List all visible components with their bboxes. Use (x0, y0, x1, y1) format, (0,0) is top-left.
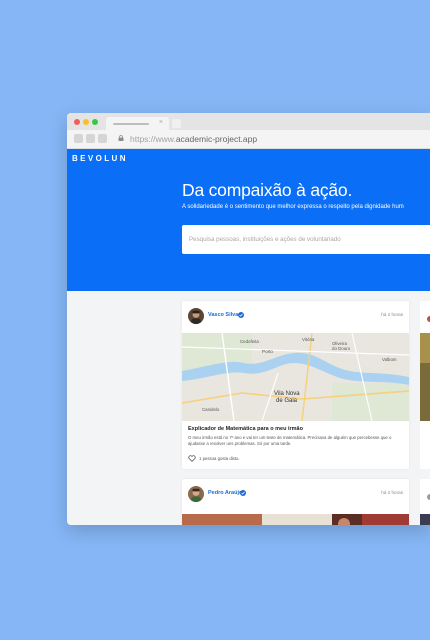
verified-icon (240, 490, 246, 496)
browser-window: × https://www.academic-project.app BEVOL… (67, 113, 430, 525)
next-card-peek[interactable] (420, 479, 430, 525)
post-author[interactable]: Vasco Silva (208, 312, 238, 318)
map-label-cedofeita: Cedofeita (240, 339, 259, 344)
like-count: 1 pessoa gosta disto. (199, 456, 240, 461)
browser-tab[interactable]: × (106, 117, 169, 130)
map-label-valbom: Valbom (382, 357, 397, 362)
next-card-photo (420, 494, 430, 525)
tab-close-icon[interactable]: × (159, 119, 163, 127)
next-card-photo (420, 316, 430, 421)
feed: Vasco Silva há 2 horas Porto Vila Nova d… (67, 291, 430, 525)
map-label-douro: do Douro (332, 346, 351, 351)
post-header: Vasco Silva há 2 horas (182, 301, 409, 333)
hero-subtitle: A solidariedade é o sentimento que melho… (182, 204, 404, 210)
minimize-window-button[interactable] (83, 119, 89, 125)
map-label-gaia: de Gaia (276, 398, 298, 404)
post-card[interactable]: Pedro Araújo há 2 horas (182, 479, 409, 525)
maximize-window-button[interactable] (92, 119, 98, 125)
browser-titlebar: × (67, 113, 430, 130)
lock-icon (118, 135, 124, 141)
url-host: academic-project.app (175, 134, 258, 144)
post-photo[interactable] (182, 514, 409, 525)
verified-icon (238, 312, 244, 318)
brand-logo[interactable]: BEVOLUN (72, 154, 128, 163)
post-title[interactable]: Explicador de Matemática para o meu irmã… (188, 426, 303, 432)
next-card-peek[interactable] (420, 301, 430, 469)
new-tab-button[interactable] (172, 119, 181, 128)
forward-button[interactable] (86, 134, 95, 143)
post-card[interactable]: Vasco Silva há 2 horas Porto Vila Nova d… (182, 301, 409, 469)
search-box[interactable] (182, 225, 430, 254)
hero-title: Da compaixão à ação. (182, 180, 353, 200)
map-label-canidelo: Canidelo (202, 407, 220, 412)
post-author[interactable]: Pedro Araújo (208, 490, 242, 496)
url-field[interactable]: https://www.academic-project.app (130, 133, 257, 145)
tab-title-placeholder (113, 123, 149, 125)
post-description: O meu irmão está no 7º ano e vai ter um … (188, 435, 392, 446)
hero-banner: BEVOLUN Da compaixão à ação. A solidarie… (67, 149, 430, 291)
heart-icon[interactable] (188, 455, 196, 462)
avatar[interactable] (188, 486, 204, 502)
post-time: há 2 horas (381, 312, 403, 317)
close-window-button[interactable] (74, 119, 80, 125)
post-header: Pedro Araújo há 2 horas (182, 479, 409, 511)
back-button[interactable] (74, 134, 83, 143)
post-time: há 2 horas (381, 490, 403, 495)
url-scheme: https://www. (130, 134, 176, 144)
reload-button[interactable] (98, 134, 107, 143)
address-bar: https://www.academic-project.app (67, 130, 430, 149)
avatar[interactable] (188, 308, 204, 324)
map-image[interactable]: Porto Vila Nova de Gaia Valbom Oliveira … (182, 333, 409, 421)
map-label-vila-nova: Vila Nova (274, 391, 300, 397)
map-label-vitoria: Vitória (302, 337, 315, 342)
search-input[interactable] (182, 225, 430, 254)
map-label-porto: Porto (262, 349, 273, 354)
